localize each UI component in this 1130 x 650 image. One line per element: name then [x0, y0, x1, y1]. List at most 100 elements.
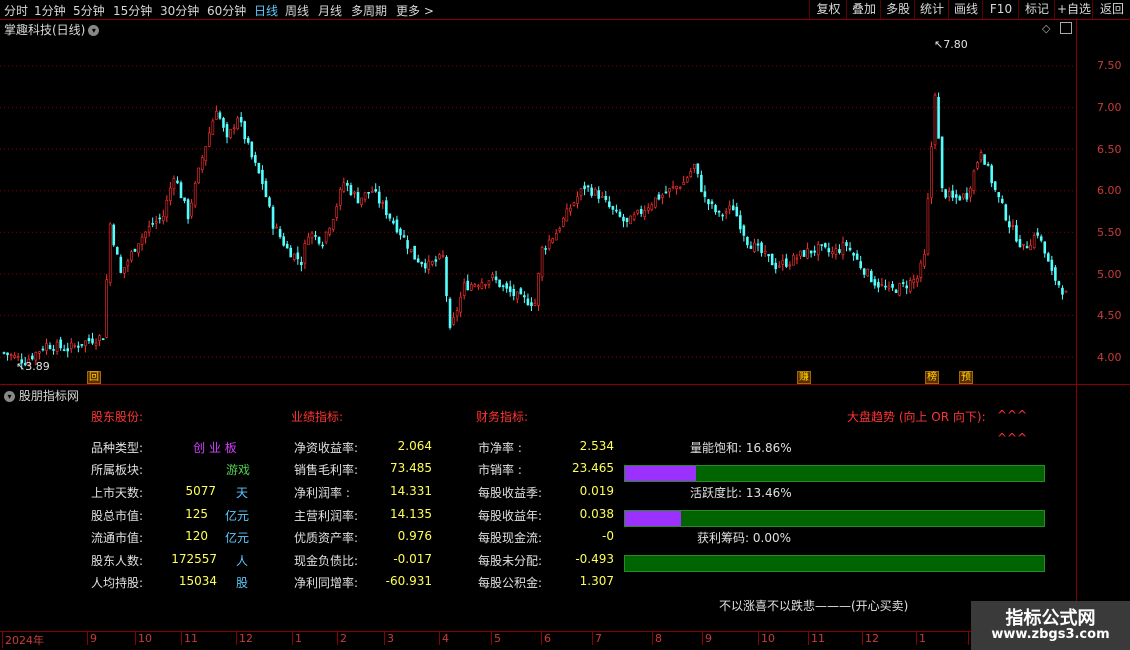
candle-body — [682, 181, 685, 185]
candle-body — [261, 169, 264, 184]
date-tick-label: 11 — [808, 632, 825, 645]
label: 流通市值: — [91, 531, 144, 545]
candle-body — [799, 250, 802, 257]
value: -60.931 — [385, 574, 432, 588]
candle-body — [576, 196, 579, 204]
candle-body — [409, 249, 413, 252]
candle-body — [115, 247, 119, 255]
statistics-button[interactable]: 统计 — [914, 0, 949, 19]
candle-body — [1025, 246, 1029, 249]
restore-rights-button[interactable]: 复权 — [809, 0, 847, 19]
period-tab-daily[interactable]: 日线 — [254, 2, 278, 19]
candle-body — [661, 194, 664, 199]
candle-body — [197, 167, 200, 184]
candle-body — [119, 256, 123, 273]
candle-body — [469, 284, 473, 291]
candle-body — [859, 261, 862, 269]
candle-body — [289, 247, 293, 258]
overlay-button[interactable]: 叠加 — [846, 0, 881, 19]
candle-body — [622, 216, 625, 222]
candle-body — [983, 154, 986, 165]
draw-line-button[interactable]: 画线 — [948, 0, 983, 19]
date-tick-label: 4 — [439, 632, 449, 645]
candle-body — [646, 207, 650, 211]
period-tab-monthly[interactable]: 月线 — [318, 2, 342, 19]
candle-body — [459, 296, 462, 313]
window-toggle-icon[interactable] — [1060, 22, 1072, 34]
candle-body — [742, 225, 746, 236]
candle-body — [986, 164, 990, 166]
period-tab-fenshi[interactable]: 分时 — [4, 2, 28, 19]
date-tick-label: 6 — [541, 632, 551, 645]
multi-stock-button[interactable]: 多股 — [880, 0, 915, 19]
candle-body — [547, 239, 551, 249]
candle-body — [399, 228, 402, 236]
candle-body — [1029, 244, 1032, 251]
candle-body — [838, 249, 841, 253]
candle-body — [508, 286, 512, 293]
candle-body — [80, 344, 84, 346]
candle-body — [579, 188, 583, 196]
candle-body — [385, 200, 388, 216]
event-marker[interactable]: 榜 — [925, 371, 939, 384]
section-header-shareholders: 股东股份: — [91, 410, 144, 424]
chevron-down-icon[interactable]: ▾ — [4, 391, 15, 402]
candle-body — [717, 210, 721, 213]
event-marker[interactable]: 预 — [959, 371, 973, 384]
candle-body — [908, 280, 912, 292]
mark-button[interactable]: 标记 — [1018, 0, 1055, 19]
period-tab-weekly[interactable]: 周线 — [285, 2, 309, 19]
diamond-icon[interactable]: ◇ — [1042, 22, 1050, 35]
candle-body — [275, 226, 278, 229]
event-marker[interactable]: 回 — [87, 371, 101, 384]
unit: 天 — [236, 486, 249, 500]
label: 股东人数: — [91, 554, 144, 568]
candle-body — [264, 180, 268, 198]
candlestick-chart[interactable] — [0, 36, 1076, 384]
candle-body — [300, 261, 303, 266]
candle-body — [703, 191, 707, 197]
candle-body — [392, 220, 395, 224]
f10-button[interactable]: F10 — [982, 0, 1019, 19]
candle-body — [140, 236, 144, 245]
candle-body — [112, 224, 116, 246]
value: 1.307 — [579, 574, 614, 588]
event-marker[interactable]: 赚 — [797, 371, 811, 384]
period-tab-1min[interactable]: 1分钟 — [34, 2, 66, 19]
label: 优质资产率: — [294, 531, 359, 545]
candle-body — [792, 255, 795, 266]
period-tab-5min[interactable]: 5分钟 — [73, 2, 105, 19]
candle-body — [689, 171, 693, 177]
period-tab-60min[interactable]: 60分钟 — [207, 2, 246, 19]
candle-body — [618, 211, 622, 217]
candle-body — [494, 276, 498, 281]
value: -0 — [602, 529, 614, 543]
candle-body — [937, 96, 940, 139]
candle-body — [268, 197, 271, 207]
candle-body — [271, 206, 275, 229]
candle-body — [572, 202, 576, 206]
period-tab-15min[interactable]: 15分钟 — [113, 2, 152, 19]
candle-body — [753, 242, 756, 252]
candle-body — [87, 338, 91, 342]
value: 15034 — [178, 574, 217, 588]
period-tab-multi[interactable]: 多周期 — [351, 2, 387, 19]
period-tab-more[interactable]: 更多 > — [396, 2, 434, 19]
candle-body — [926, 198, 930, 255]
bar-fill — [625, 466, 696, 481]
add-watchlist-button[interactable]: +自选 — [1054, 0, 1093, 19]
label: 销售毛利率: — [294, 463, 359, 477]
candle-body — [466, 280, 470, 291]
candle-body — [105, 279, 108, 338]
label: 主营利润率: — [294, 509, 359, 523]
chevron-down-icon[interactable]: ▾ — [88, 25, 100, 36]
candle-body — [204, 146, 208, 162]
candle-body — [905, 285, 909, 289]
candle-body — [632, 214, 636, 220]
candle-body — [52, 349, 55, 351]
period-tab-30min[interactable]: 30分钟 — [160, 2, 199, 19]
candle-body — [374, 189, 378, 192]
back-button[interactable]: 返回 — [1092, 0, 1130, 19]
candle-body — [491, 274, 494, 279]
candle-body — [969, 187, 972, 198]
